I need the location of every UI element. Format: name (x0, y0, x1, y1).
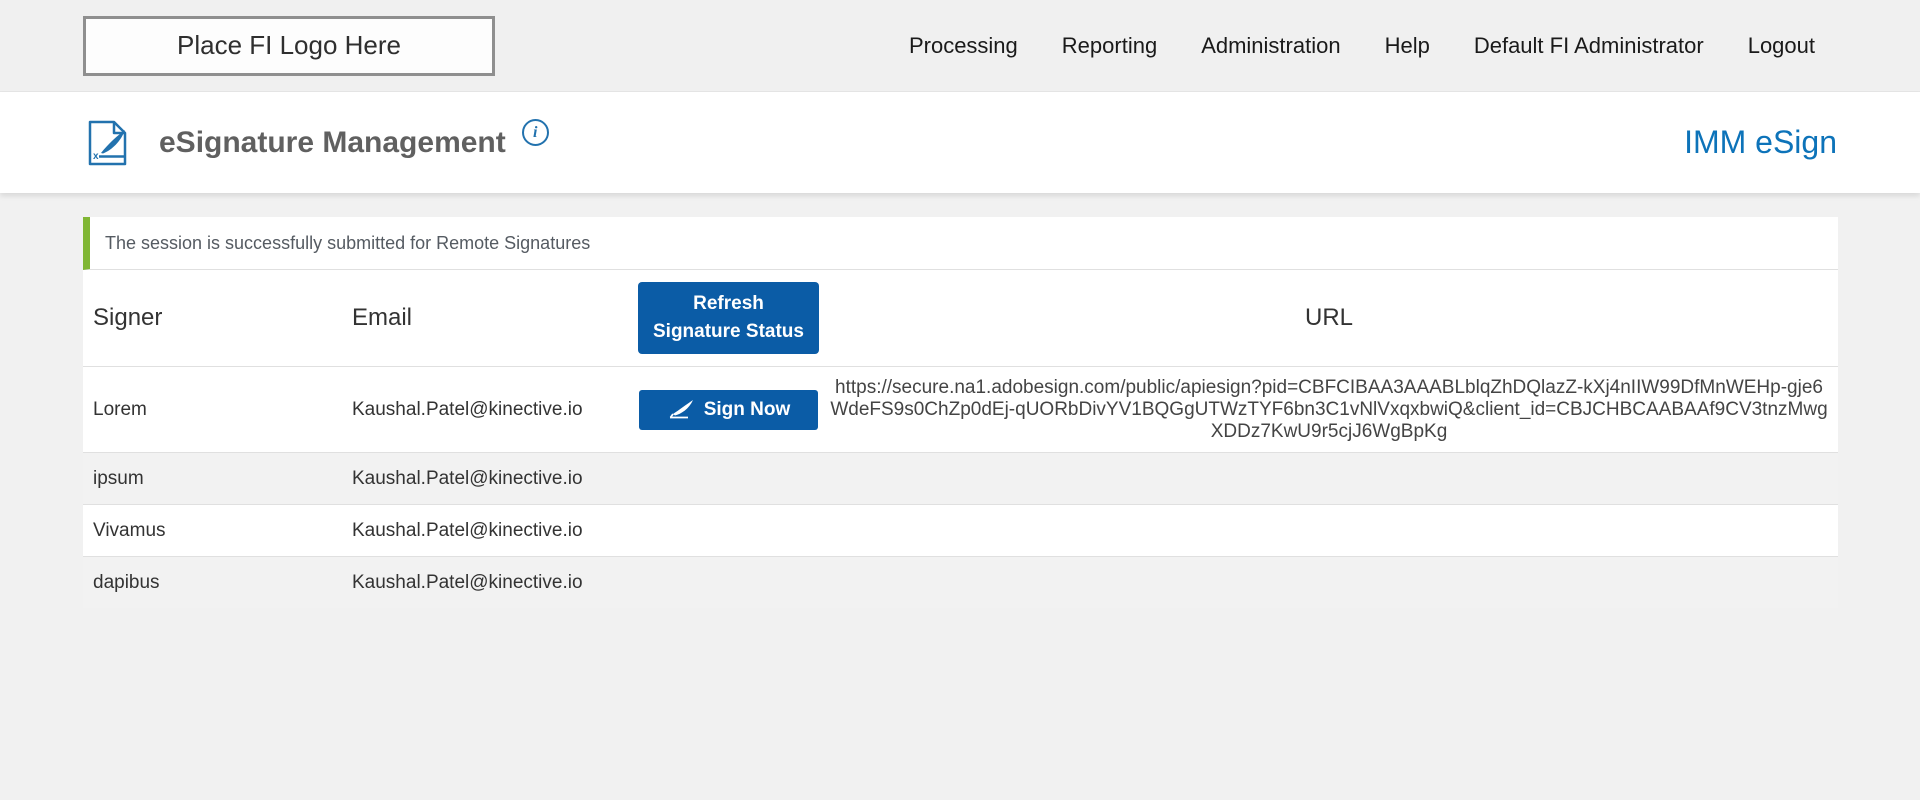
fi-logo-text: Place FI Logo Here (177, 30, 401, 61)
page-title: eSignature Management (159, 126, 506, 160)
sign-now-label: Sign Now (704, 399, 791, 421)
column-header-url: URL (820, 304, 1838, 332)
esignature-document-icon: x (85, 118, 131, 168)
nav-help[interactable]: Help (1385, 33, 1430, 59)
table-row: Lorem Kaushal.Patel@kinective.io Sign No… (83, 366, 1838, 452)
success-alert-text: The session is successfully submitted fo… (105, 233, 590, 254)
nav-processing[interactable]: Processing (909, 33, 1018, 59)
page-content: The session is successfully submitted fo… (0, 193, 1920, 608)
refresh-button-line1: Refresh (693, 290, 764, 319)
nav-administration[interactable]: Administration (1201, 33, 1340, 59)
signer-email: Kaushal.Patel@kinective.io (342, 399, 637, 421)
nav-logout[interactable]: Logout (1748, 33, 1815, 59)
column-header-email: Email (342, 304, 637, 332)
nav-reporting[interactable]: Reporting (1062, 33, 1157, 59)
signer-name: dapibus (83, 572, 342, 594)
signers-card: The session is successfully submitted fo… (83, 217, 1838, 608)
column-header-signer: Signer (83, 304, 342, 332)
quill-icon (667, 400, 695, 420)
info-icon[interactable]: i (522, 119, 549, 146)
signer-email: Kaushal.Patel@kinective.io (342, 572, 637, 594)
table-row: ipsum Kaushal.Patel@kinective.io (83, 452, 1838, 504)
refresh-signature-status-button[interactable]: Refresh Signature Status (638, 282, 819, 354)
brand-imm-esign: IMM eSign (1684, 124, 1837, 161)
nav-default-fi-administrator[interactable]: Default FI Administrator (1474, 33, 1704, 59)
table-row: Vivamus Kaushal.Patel@kinective.io (83, 504, 1838, 556)
signer-name: Lorem (83, 399, 342, 421)
title-bar: x eSignature Management i IMM eSign (0, 92, 1920, 193)
signing-url: https://secure.na1.adobesign.com/public/… (820, 368, 1838, 452)
main-nav: Processing Reporting Administration Help… (909, 33, 1815, 59)
table-row: dapibus Kaushal.Patel@kinective.io (83, 556, 1838, 608)
sign-now-button[interactable]: Sign Now (639, 390, 818, 430)
fi-logo-placeholder: Place FI Logo Here (83, 16, 495, 76)
table-header-row: Signer Email Refresh Signature Status UR… (83, 270, 1838, 366)
success-alert: The session is successfully submitted fo… (83, 217, 1838, 270)
signer-email: Kaushal.Patel@kinective.io (342, 468, 637, 490)
signer-name: Vivamus (83, 520, 342, 542)
signer-name: ipsum (83, 468, 342, 490)
signer-email: Kaushal.Patel@kinective.io (342, 520, 637, 542)
refresh-button-line2: Signature Status (653, 318, 804, 347)
svg-text:x: x (93, 151, 99, 162)
top-header: Place FI Logo Here Processing Reporting … (0, 0, 1920, 92)
